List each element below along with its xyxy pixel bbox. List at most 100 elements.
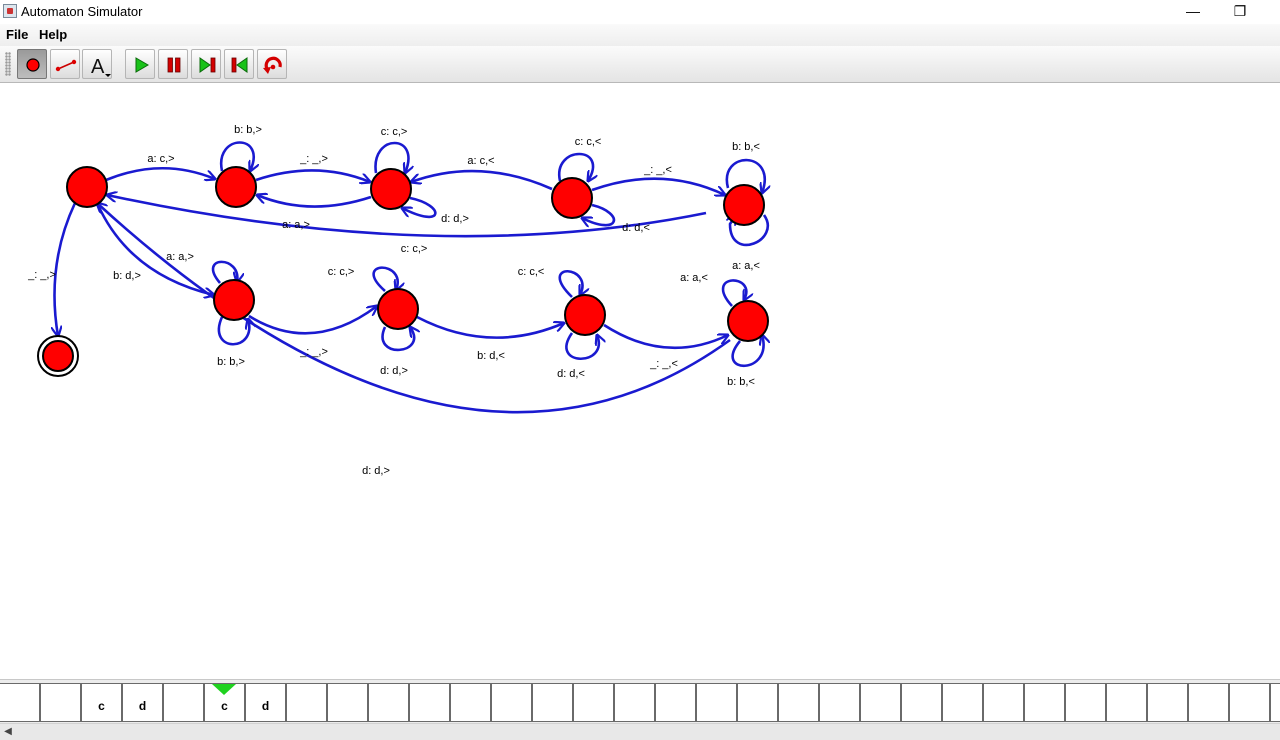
tape-cell[interactable] [1270, 683, 1280, 722]
transition-label[interactable]: c: c,> [328, 266, 355, 278]
transition-q0-qf[interactable] [54, 202, 77, 336]
minimize-button[interactable]: — [1170, 0, 1216, 24]
tape-cell[interactable] [40, 683, 81, 722]
tape-cell[interactable] [327, 683, 368, 722]
restore-button[interactable]: ❐ [1217, 0, 1263, 24]
tape-cell[interactable] [1229, 683, 1270, 722]
transition-label[interactable]: b: b,< [727, 376, 755, 388]
transition-label[interactable]: a: a,< [680, 272, 708, 284]
step-back-button[interactable] [224, 49, 254, 79]
transition-q1-q2[interactable] [255, 169, 370, 182]
state-diagram[interactable]: a: c,> b: b,> _: _,> a: a,> c: c,> d: d,> a: c… [0, 85, 1280, 679]
tape-scrollbar[interactable]: ◀ [0, 723, 1280, 740]
transition-label[interactable]: _: _,> [299, 153, 328, 165]
tape-cell[interactable] [778, 683, 819, 722]
transition-label[interactable]: d: d,> [441, 213, 469, 225]
transition-q5-q5[interactable] [217, 317, 249, 346]
scroll-left-arrow-icon[interactable]: ◀ [2, 725, 14, 739]
menu-file[interactable]: File [6, 27, 28, 42]
transition-label[interactable]: a: a,> [282, 219, 310, 231]
tape-cell[interactable] [614, 683, 655, 722]
tape-cell[interactable] [983, 683, 1024, 722]
tape-cell[interactable]: d [245, 683, 286, 722]
state-q3[interactable] [551, 177, 593, 219]
state-tool-button[interactable] [17, 49, 47, 79]
transition-q7-q7[interactable] [558, 270, 583, 297]
tape-cell[interactable] [1106, 683, 1147, 722]
text-tool-button[interactable]: A [82, 49, 112, 79]
transition-label[interactable]: b: d,< [477, 350, 505, 362]
transition-q2-q1[interactable] [257, 195, 372, 208]
run-button[interactable] [125, 49, 155, 79]
tape-cell[interactable]: c [81, 683, 122, 722]
transition-label[interactable]: c: c,> [381, 126, 408, 138]
automaton-canvas[interactable]: a: c,> b: b,> _: _,> a: a,> c: c,> d: d,> a: c… [0, 85, 1280, 679]
tape-cell[interactable] [819, 683, 860, 722]
transition-label[interactable]: a: a,> [166, 251, 194, 263]
transition-q7-q7[interactable] [565, 333, 598, 361]
tape-cell[interactable]: d [122, 683, 163, 722]
transition-tool-button[interactable] [50, 49, 80, 79]
transition-label[interactable]: _: _,< [643, 164, 672, 176]
state-q5[interactable] [213, 279, 255, 321]
transition-q6-q7[interactable] [416, 315, 564, 339]
tape-cell[interactable] [737, 683, 778, 722]
transition-label[interactable]: a: c,< [467, 155, 494, 167]
menu-help[interactable]: Help [39, 27, 67, 42]
tape-cell[interactable] [532, 683, 573, 722]
transition-label[interactable]: c: c,< [575, 136, 602, 148]
transition-label[interactable]: c: c,< [518, 266, 545, 278]
tape-cell[interactable] [942, 683, 983, 722]
toolbar-grip[interactable] [5, 52, 11, 76]
transition-label[interactable]: _: _,> [27, 269, 56, 281]
tape-cell[interactable] [1024, 683, 1065, 722]
tape-cell[interactable] [573, 683, 614, 722]
tape-cell[interactable] [368, 683, 409, 722]
tape-cell[interactable] [450, 683, 491, 722]
transition-q3-q2[interactable] [411, 169, 553, 191]
tape-cell[interactable] [163, 683, 204, 722]
tape-cell[interactable] [409, 683, 450, 722]
tape-cell[interactable] [860, 683, 901, 722]
pause-button[interactable] [158, 49, 188, 79]
transition-q3-q4[interactable] [591, 177, 725, 195]
state-q8[interactable] [727, 300, 769, 342]
transition-label[interactable]: a: a,< [732, 260, 760, 272]
transition-label[interactable]: d: d,< [557, 368, 585, 380]
accepting-state[interactable] [42, 340, 74, 372]
reset-button[interactable] [257, 49, 287, 79]
tape-cell[interactable] [1147, 683, 1188, 722]
state-q2[interactable] [370, 168, 412, 210]
transition-label[interactable]: b: b,> [234, 124, 262, 136]
transition-label[interactable]: d: d,> [362, 465, 390, 477]
transition-label[interactable]: d: d,> [380, 365, 408, 377]
tape-cell[interactable] [696, 683, 737, 722]
tape-cell[interactable] [901, 683, 942, 722]
state-q0[interactable] [66, 166, 108, 208]
state-q1[interactable] [215, 166, 257, 208]
transition-q0-q1[interactable] [105, 166, 215, 180]
transition-label[interactable]: d: d,< [622, 222, 650, 234]
transition-q6-q6[interactable] [381, 327, 415, 352]
transition-label[interactable]: c: c,> [401, 243, 428, 255]
transition-label[interactable]: b: b,> [217, 356, 245, 368]
tape-cell[interactable] [1188, 683, 1229, 722]
transition-label[interactable]: b: d,> [113, 270, 141, 282]
transition-q6-q6[interactable] [372, 266, 398, 291]
transition-q7-q8[interactable] [603, 323, 728, 350]
transition-label[interactable]: a: c,> [147, 153, 174, 165]
state-q7[interactable] [564, 294, 606, 336]
transition-q5-q6[interactable] [248, 306, 377, 335]
tape-cell[interactable] [0, 683, 40, 722]
tape-cell[interactable] [286, 683, 327, 722]
state-q4[interactable] [723, 184, 765, 226]
transition-label[interactable]: _: _,< [649, 358, 678, 370]
state-q6[interactable] [377, 288, 419, 330]
step-forward-button[interactable] [191, 49, 221, 79]
tape-cell[interactable] [1065, 683, 1106, 722]
transition-label[interactable]: _: _,> [299, 346, 328, 358]
tape-cell[interactable] [655, 683, 696, 722]
transition-q3-q3[interactable] [557, 152, 593, 181]
tape-cell[interactable] [491, 683, 532, 722]
transition-label[interactable]: b: b,< [732, 141, 760, 153]
